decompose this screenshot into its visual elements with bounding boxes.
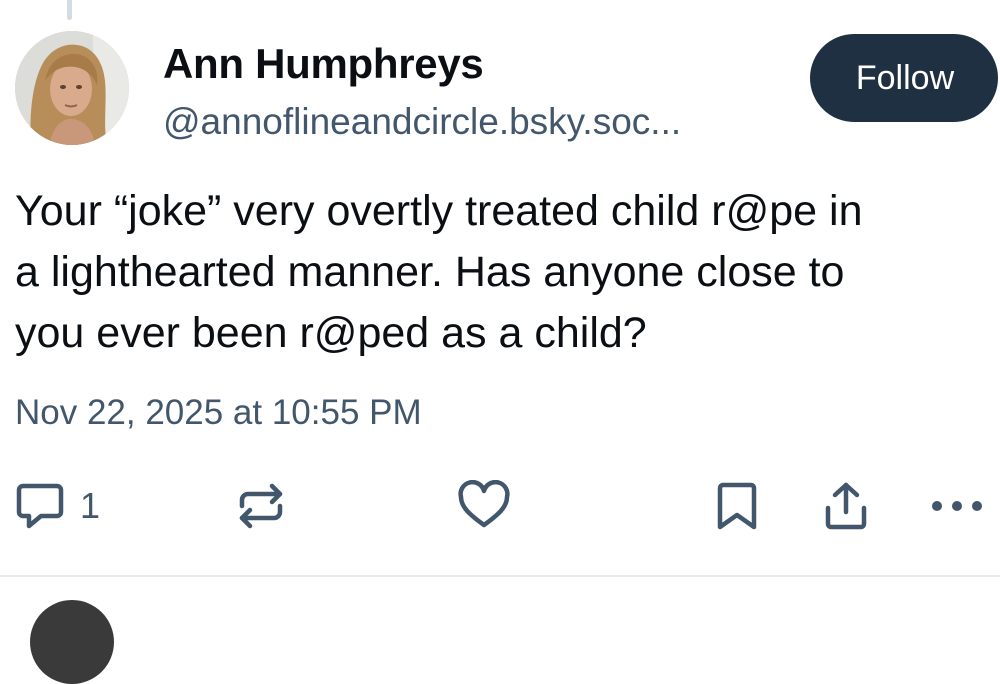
thread-connector-line	[67, 0, 72, 20]
author-handle[interactable]: @annoflineandcircle.bsky.soc...	[163, 101, 681, 143]
post-timestamp: Nov 22, 2025 at 10:55 PM	[15, 393, 422, 432]
post-divider	[0, 575, 1000, 577]
share-button[interactable]	[820, 478, 872, 534]
reply-button[interactable]: 1	[14, 478, 100, 534]
share-icon	[820, 480, 872, 532]
author-display-name[interactable]: Ann Humphreys	[163, 40, 484, 88]
like-button[interactable]	[457, 478, 511, 534]
repost-button[interactable]	[235, 478, 287, 534]
more-icon	[927, 480, 987, 532]
more-options-button[interactable]	[927, 478, 987, 534]
post-text: Your “joke” very overtly treated child r…	[15, 187, 863, 357]
like-icon	[457, 480, 511, 532]
avatar[interactable]	[15, 31, 129, 145]
avatar-image	[15, 31, 129, 145]
bookmark-icon	[713, 480, 761, 532]
bookmark-button[interactable]	[713, 478, 761, 534]
reply-count: 1	[80, 485, 101, 526]
next-post-avatar[interactable]	[30, 600, 114, 684]
reply-icon	[14, 480, 66, 532]
follow-button[interactable]: Follow	[810, 34, 998, 122]
repost-icon	[235, 480, 287, 532]
